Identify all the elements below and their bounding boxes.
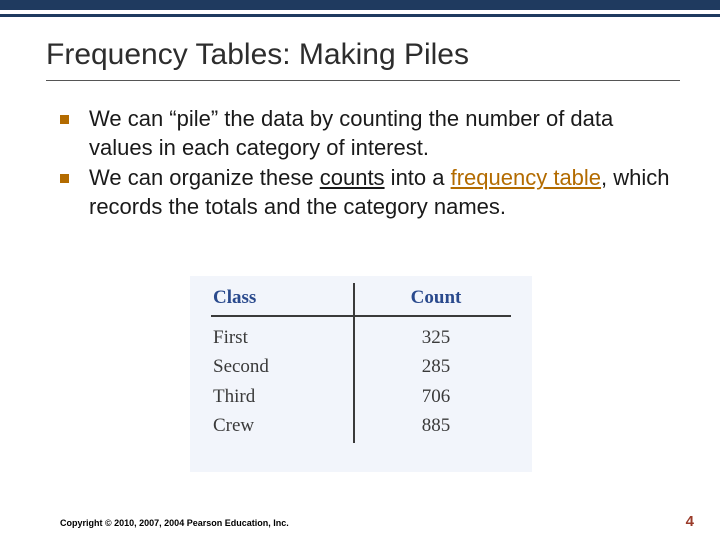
keyword-term: frequency table [451, 165, 601, 190]
title-underline [46, 80, 680, 81]
copyright-footer: Copyright © 2010, 2007, 2004 Pearson Edu… [60, 518, 289, 528]
square-bullet-icon [60, 174, 69, 183]
underlined-word: counts [320, 165, 385, 190]
table-row: First 325 [213, 323, 509, 352]
bullet-text-span: into a [385, 165, 451, 190]
slide-title: Frequency Tables: Making Piles [46, 38, 680, 72]
table-cell-value: 885 [363, 411, 509, 440]
table-cell-label: Third [213, 382, 363, 411]
table-cell-value: 285 [363, 352, 509, 381]
top-stripe-dark [0, 0, 720, 10]
slide-body: We can “pile” the data by counting the n… [60, 105, 672, 223]
slide: Frequency Tables: Making Piles We can “p… [0, 0, 720, 540]
table-row: Second 285 [213, 352, 509, 381]
table-cell-label: Second [213, 352, 363, 381]
table-row: Crew 885 [213, 411, 509, 440]
bullet-text: We can organize these counts into a freq… [89, 164, 672, 221]
table-cell-label: Crew [213, 411, 363, 440]
table-cell-label: First [213, 323, 363, 352]
top-stripe-line [0, 14, 720, 17]
bullet-text: We can “pile” the data by counting the n… [89, 105, 672, 162]
table-horizontal-rule [211, 315, 511, 317]
square-bullet-icon [60, 115, 69, 124]
table-header-count: Count [363, 287, 509, 309]
frequency-table: Class Count First 325 Second 285 Third 7… [190, 276, 532, 472]
bullet-item: We can “pile” the data by counting the n… [60, 105, 672, 162]
table-cell-value: 325 [363, 323, 509, 352]
table-rows: First 325 Second 285 Third 706 Crew 885 [213, 323, 509, 441]
table-row: Third 706 [213, 382, 509, 411]
table-header: Class Count [213, 287, 509, 315]
bullet-text-span: We can “pile” the data by counting the n… [89, 106, 613, 160]
table-header-class: Class [213, 287, 363, 309]
table-vertical-rule [353, 283, 355, 443]
page-number: 4 [686, 513, 694, 530]
table-cell-value: 706 [363, 382, 509, 411]
bullet-text-span: We can organize these [89, 165, 320, 190]
bullet-item: We can organize these counts into a freq… [60, 164, 672, 221]
